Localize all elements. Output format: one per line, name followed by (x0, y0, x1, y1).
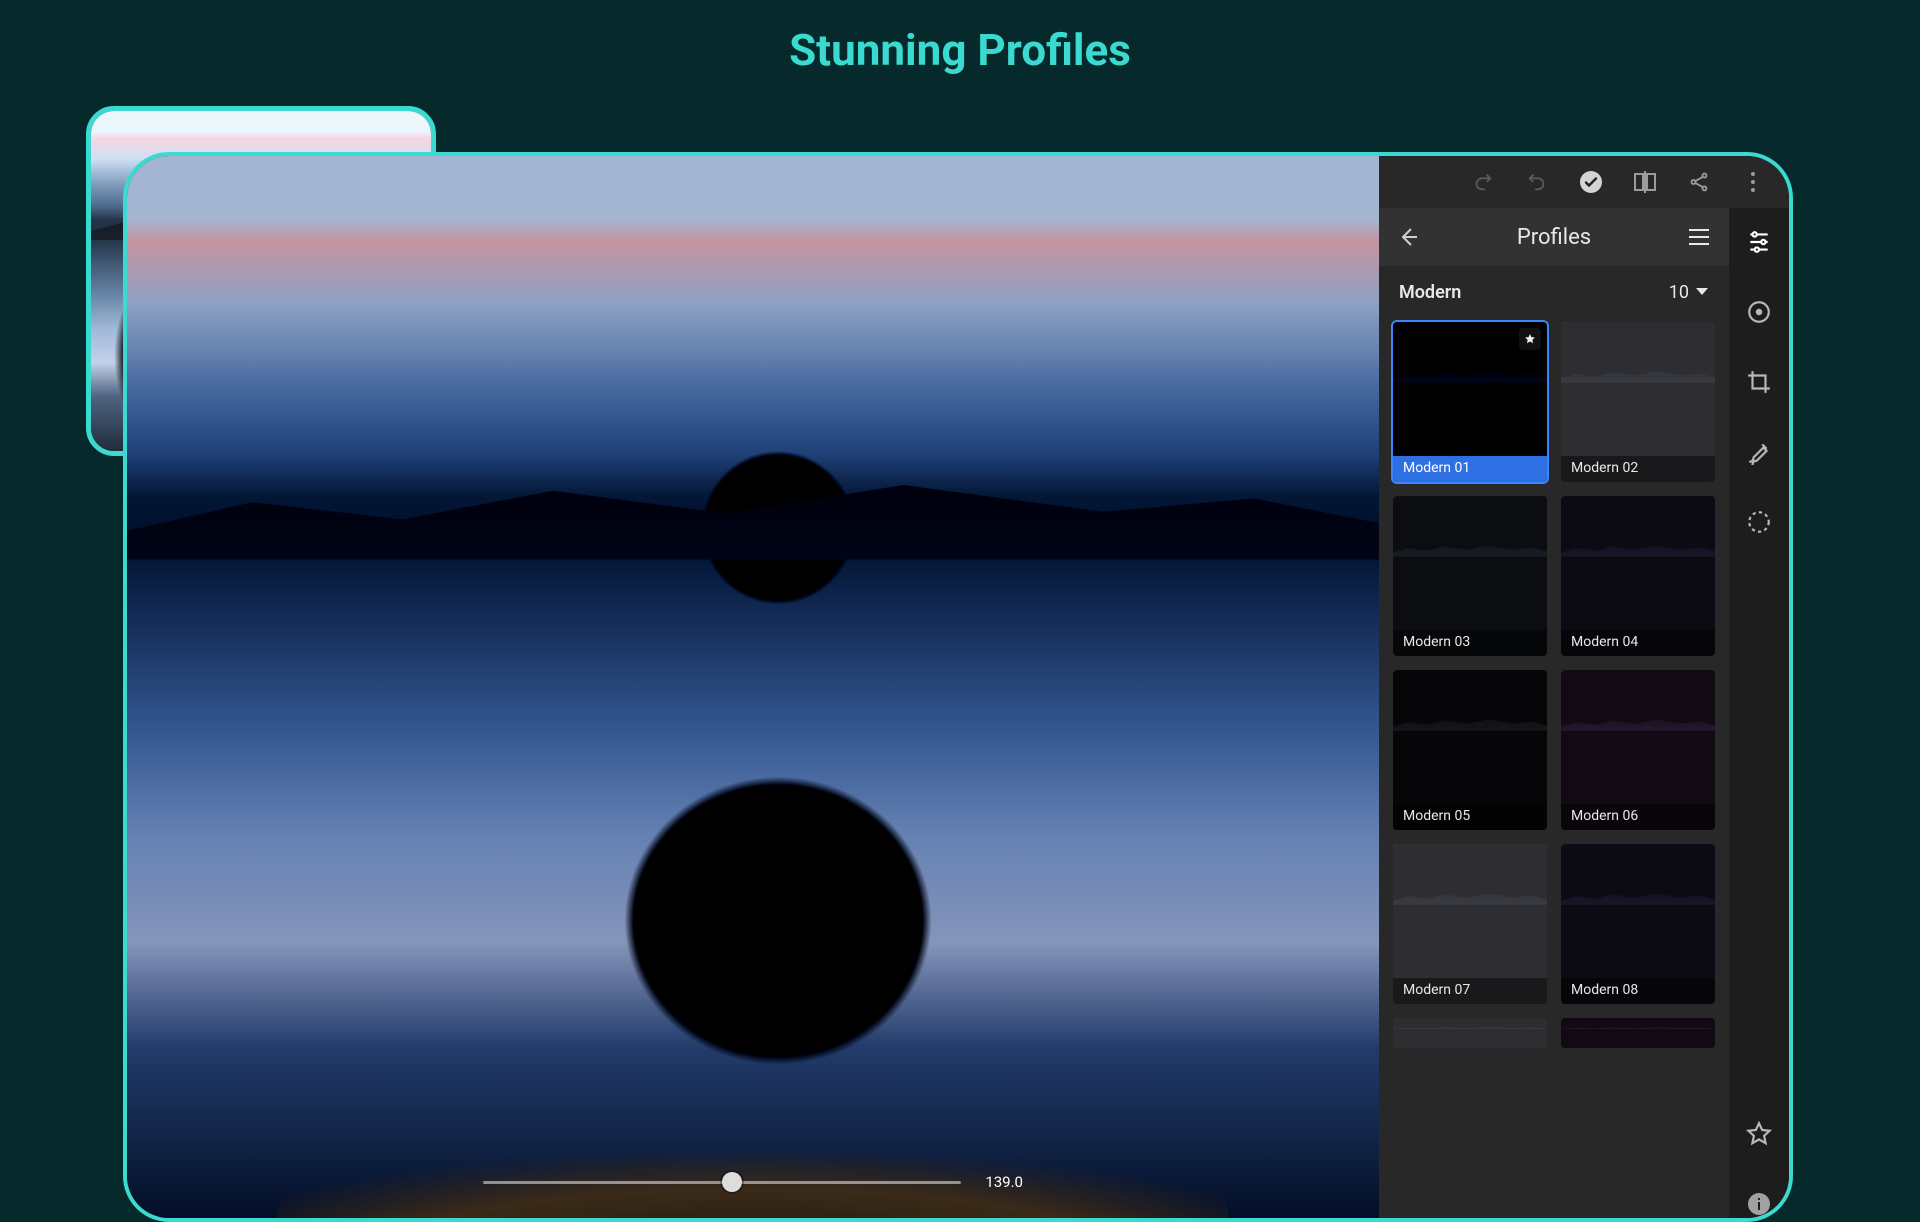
profile-label: Modern 07 (1393, 978, 1547, 1004)
profile-label: Modern 01 (1393, 456, 1547, 482)
star-icon[interactable] (1745, 1120, 1773, 1148)
profile-label: Modern 04 (1561, 630, 1715, 656)
profile-card[interactable]: Modern 07 (1393, 844, 1547, 1004)
profile-group-header[interactable]: Modern 10 (1379, 266, 1729, 312)
share-icon[interactable] (1687, 170, 1711, 194)
undo-icon[interactable] (1525, 170, 1549, 194)
profile-card[interactable]: Modern 06 (1561, 670, 1715, 830)
profile-card[interactable]: Modern 04 (1561, 496, 1715, 656)
check-circle-icon[interactable] (1579, 170, 1603, 194)
profile-card[interactable] (1393, 1018, 1547, 1048)
page-title: Stunning Profiles (789, 24, 1131, 76)
zoom-value: 139.0 (975, 1173, 1023, 1191)
group-count-dropdown[interactable]: 10 (1669, 282, 1709, 303)
profile-label: Modern 08 (1561, 978, 1715, 1004)
profile-card[interactable]: Modern 02 (1561, 322, 1715, 482)
crop-icon[interactable] (1745, 368, 1773, 396)
profile-label: Modern 05 (1393, 804, 1547, 830)
profile-card[interactable] (1561, 1018, 1715, 1048)
device-frame: 139.0 Profiles (123, 152, 1793, 1222)
sliders-icon[interactable] (1745, 228, 1773, 256)
more-icon[interactable] (1741, 170, 1765, 194)
profiles-grid: Modern 01 Modern 02 Modern 03 Modern 04 Mode… (1379, 312, 1729, 1218)
group-name: Modern (1399, 282, 1461, 303)
profile-label: Modern 06 (1561, 804, 1715, 830)
compare-icon[interactable] (1633, 170, 1657, 194)
profile-card[interactable]: Modern 01 (1393, 322, 1547, 482)
info-icon[interactable] (1745, 1190, 1773, 1218)
profile-label: Modern 03 (1393, 630, 1547, 656)
tool-strip (1729, 208, 1789, 1218)
target-icon[interactable] (1745, 298, 1773, 326)
profile-card[interactable]: Modern 05 (1393, 670, 1547, 830)
profiles-panel: Profiles Modern 10 Modern 01Modern 02Mod… (1379, 208, 1729, 1218)
profile-card[interactable]: Modern 08 (1561, 844, 1715, 1004)
profile-card[interactable]: Modern 03 (1393, 496, 1547, 656)
panel-header: Profiles (1379, 208, 1729, 266)
radial-icon[interactable] (1745, 508, 1773, 536)
menu-icon[interactable] (1687, 227, 1711, 247)
main-photo[interactable]: 139.0 (127, 156, 1379, 1218)
panel-title: Profiles (1437, 225, 1671, 250)
profile-label: Modern 02 (1561, 456, 1715, 482)
top-toolbar (1379, 156, 1789, 208)
redo-icon[interactable] (1471, 170, 1495, 194)
arrow-left-icon[interactable] (1397, 225, 1421, 249)
favorite-star-icon (1519, 328, 1541, 350)
brush-icon[interactable] (1745, 438, 1773, 466)
chevron-down-icon (1695, 287, 1709, 297)
zoom-slider[interactable]: 139.0 (483, 1164, 1023, 1200)
